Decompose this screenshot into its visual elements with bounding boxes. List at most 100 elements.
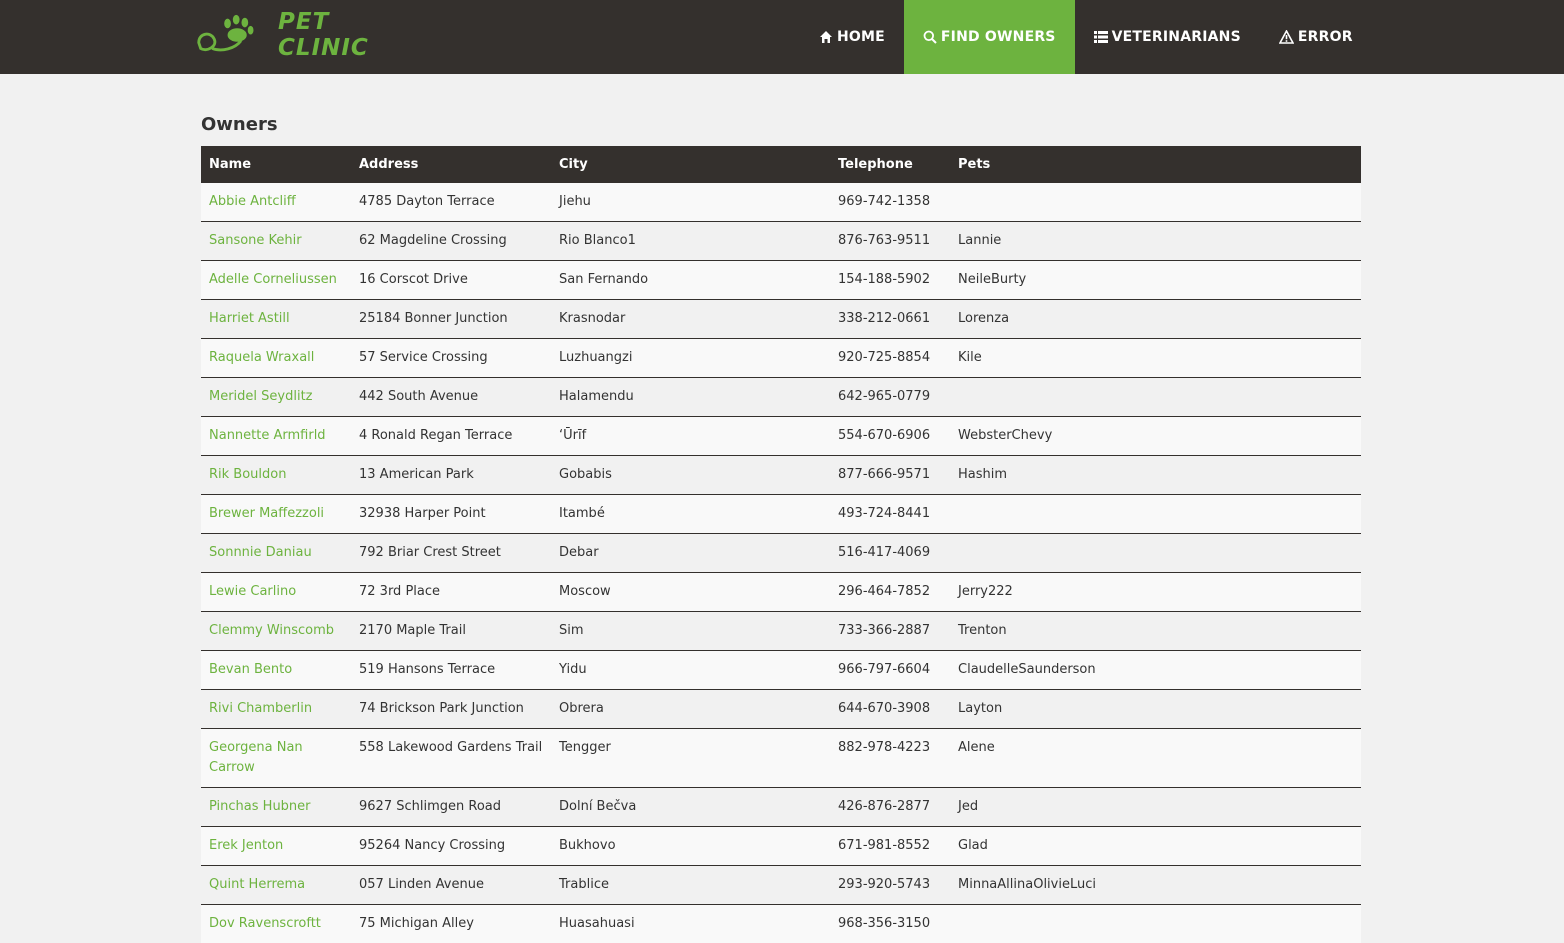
owner-telephone: 554-670-6906 — [838, 428, 930, 443]
table-row: Brewer Maffezzoli32938 Harper PointItamb… — [201, 495, 1361, 534]
owner-address: 25184 Bonner Junction — [359, 311, 508, 326]
owner-telephone: 516-417-4069 — [838, 545, 930, 560]
table-cell-city: ‘Ūrīf — [551, 417, 830, 456]
owner-address: 13 American Park — [359, 467, 474, 482]
table-cell-telephone: 671-981-8552 — [830, 827, 950, 866]
table-cell-telephone: 969-742-1358 — [830, 183, 950, 222]
brand-logo-link[interactable]: PET CLINIC — [193, 10, 423, 60]
table-cell-city: San Fernando — [551, 261, 830, 300]
table-cell-telephone: 920-725-8854 — [830, 339, 950, 378]
table-cell-city: Luzhuangzi — [551, 339, 830, 378]
owner-city: Huasahuasi — [559, 916, 635, 931]
owner-name-link[interactable]: Adelle Corneliussen — [209, 272, 337, 287]
table-cell-telephone: 877-666-9571 — [830, 456, 950, 495]
nav-home[interactable]: HOME — [800, 0, 904, 74]
table-cell-pets: NeileBurty — [950, 261, 1361, 300]
owner-name-link[interactable]: Rivi Chamberlin — [209, 701, 312, 716]
table-cell-address: 74 Brickson Park Junction — [351, 690, 551, 729]
owner-name-link[interactable]: Quint Herrema — [209, 877, 305, 892]
owner-address: 792 Briar Crest Street — [359, 545, 501, 560]
table-cell-address: 792 Briar Crest Street — [351, 534, 551, 573]
table-cell-address: 57 Service Crossing — [351, 339, 551, 378]
table-cell-pets — [950, 495, 1361, 534]
list-icon — [1094, 30, 1108, 44]
owner-address: 558 Lakewood Gardens Trail — [359, 740, 542, 755]
nav-find-owners[interactable]: FIND OWNERS — [904, 0, 1075, 74]
owner-telephone: 154-188-5902 — [838, 272, 930, 287]
table-cell-city: Sim — [551, 612, 830, 651]
table-cell-pets: Hashim — [950, 456, 1361, 495]
owner-pets: Lannie — [958, 233, 1001, 248]
owner-name-link[interactable]: Raquela Wraxall — [209, 350, 314, 365]
table-cell-name: Harriet Astill — [201, 300, 351, 339]
table-row: Adelle Corneliussen16 Corscot DriveSan F… — [201, 261, 1361, 300]
owner-address: 2170 Maple Trail — [359, 623, 466, 638]
table-cell-address: 519 Hansons Terrace — [351, 651, 551, 690]
owner-pets: WebsterChevy — [958, 428, 1052, 443]
owner-telephone: 493-724-8441 — [838, 506, 930, 521]
table-row: Abbie Antcliff4785 Dayton TerraceJiehu96… — [201, 183, 1361, 222]
table-cell-pets: Lorenza — [950, 300, 1361, 339]
owner-address: 442 South Avenue — [359, 389, 478, 404]
owner-name-link[interactable]: Sansone Kehir — [209, 233, 302, 248]
owner-name-link[interactable]: Erek Jenton — [209, 838, 283, 853]
home-icon — [819, 30, 833, 44]
owner-telephone: 293-920-5743 — [838, 877, 930, 892]
navbar: PET CLINIC HOME FIND OWNERS VETERINARIAN… — [0, 0, 1564, 74]
header-telephone: Telephone — [830, 146, 950, 183]
table-cell-telephone: 644-670-3908 — [830, 690, 950, 729]
table-cell-name: Nannette Armfirld — [201, 417, 351, 456]
table-row: Quint Herrema057 Linden AvenueTrablice29… — [201, 866, 1361, 905]
owner-name-link[interactable]: Harriet Astill — [209, 311, 290, 326]
table-cell-telephone: 876-763-9511 — [830, 222, 950, 261]
table-cell-address: 95264 Nancy Crossing — [351, 827, 551, 866]
owner-telephone: 877-666-9571 — [838, 467, 930, 482]
owner-telephone: 671-981-8552 — [838, 838, 930, 853]
table-cell-telephone: 733-366-2887 — [830, 612, 950, 651]
table-cell-city: Huasahuasi — [551, 905, 830, 943]
owner-name-link[interactable]: Pinchas Hubner — [209, 799, 311, 814]
table-row: Rivi Chamberlin 74 Brickson Park Junction… — [201, 690, 1361, 729]
table-row: Dov Ravenscroftt75 Michigan AlleyHuasahu… — [201, 905, 1361, 943]
owner-name-link[interactable]: Nannette Armfirld — [209, 428, 326, 443]
table-row: Bevan Bento519 Hansons TerraceYidu966-79… — [201, 651, 1361, 690]
main-nav: HOME FIND OWNERS VETERINARIANS ERROR — [800, 0, 1372, 74]
owner-city: Trablice — [559, 877, 609, 892]
owner-pets: Glad — [958, 838, 988, 853]
table-row: Harriet Astill25184 Bonner JunctionKrasn… — [201, 300, 1361, 339]
table-cell-pets — [950, 378, 1361, 417]
table-row: Georgena Nan Carrow 558 Lakewood Gardens … — [201, 729, 1361, 788]
table-cell-name: Sonnnie Daniau — [201, 534, 351, 573]
header-pets: Pets — [950, 146, 1361, 183]
owner-name-link[interactable]: Meridel Seydlitz — [209, 389, 313, 404]
owner-city: Yidu — [559, 662, 587, 677]
table-cell-city: Rio Blanco1 — [551, 222, 830, 261]
owner-telephone: 733-366-2887 — [838, 623, 930, 638]
nav-error[interactable]: ERROR — [1260, 0, 1372, 74]
table-cell-city: Dolní Bečva — [551, 788, 830, 827]
header-city: City — [551, 146, 830, 183]
nav-veterinarians[interactable]: VETERINARIANS — [1075, 0, 1260, 74]
owner-name-link[interactable]: Dov Ravenscroftt — [209, 916, 321, 931]
owner-name-link[interactable]: Sonnnie Daniau — [209, 545, 312, 560]
owner-name-link[interactable]: Bevan Bento — [209, 662, 292, 677]
table-cell-city: Yidu — [551, 651, 830, 690]
owner-telephone: 969-742-1358 — [838, 194, 930, 209]
paw-logo-icon — [193, 13, 264, 57]
owner-telephone: 338-212-0661 — [838, 311, 930, 326]
owner-name-link[interactable]: Lewie Carlino — [209, 584, 296, 599]
owner-name-link[interactable]: Georgena Nan Carrow — [209, 740, 303, 775]
owner-name-link[interactable]: Clemmy Winscomb — [209, 623, 334, 638]
table-cell-city: Jiehu — [551, 183, 830, 222]
table-cell-pets: Layton — [950, 690, 1361, 729]
owner-name-link[interactable]: Brewer Maffezzoli — [209, 506, 324, 521]
owner-city: Moscow — [559, 584, 611, 599]
owner-telephone: 426-876-2877 — [838, 799, 930, 814]
table-cell-address: 13 American Park — [351, 456, 551, 495]
owners-table-body: Abbie Antcliff4785 Dayton TerraceJiehu96… — [201, 183, 1361, 943]
table-cell-name: Erek Jenton — [201, 827, 351, 866]
owner-name-link[interactable]: Abbie Antcliff — [209, 194, 296, 209]
table-cell-pets — [950, 534, 1361, 573]
owners-table: Name Address City Telephone Pets Abbie A… — [201, 146, 1361, 943]
owner-name-link[interactable]: Rik Bouldon — [209, 467, 286, 482]
